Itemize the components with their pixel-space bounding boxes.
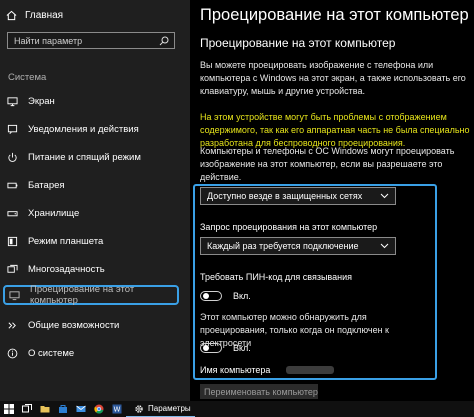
task-view-icon [22, 404, 32, 413]
gear-icon [135, 404, 143, 413]
sidebar-item-projecting[interactable]: Проецирование на этот компьютер [3, 284, 179, 306]
home-label: Главная [25, 10, 64, 21]
section-title-system: Система [8, 72, 47, 83]
taskbar-settings-app[interactable]: Параметры [126, 401, 195, 417]
word-icon: W [112, 404, 122, 414]
multitasking-icon [7, 264, 18, 273]
sidebar-item-label: Питание и спящий режим [28, 151, 141, 163]
sidebar-item-tablet-mode[interactable]: Режим планшета [6, 231, 176, 251]
svg-text:W: W [114, 406, 121, 414]
sidebar-item-label: Многозадачность [28, 263, 105, 275]
start-button[interactable] [0, 401, 18, 417]
page-title: Проецирование на этот компьютер [200, 6, 469, 24]
info-icon [7, 348, 18, 358]
shared-experiences-icon [8, 321, 16, 329]
home-icon [6, 10, 17, 21]
sidebar-item-label: Батарея [28, 179, 65, 191]
task-view-button[interactable] [18, 401, 36, 417]
monitor-icon [7, 96, 18, 106]
intro-text: Вы можете проецировать изображение с тел… [200, 60, 466, 96]
sidebar-item-battery[interactable]: Батарея [6, 175, 176, 195]
rename-pc-button[interactable]: Переименовать компьютер [200, 384, 318, 399]
taskbar: W Параметры [0, 401, 474, 417]
taskbar-chrome[interactable] [90, 401, 108, 417]
sidebar-item-display[interactable]: Экран [6, 91, 176, 111]
sidebar-item-label: Общие возможности [28, 319, 120, 331]
home-link[interactable]: Главная [6, 10, 63, 21]
sidebar-item-storage[interactable]: Хранилище [6, 203, 176, 223]
sidebar-item-notifications[interactable]: Уведомления и действия [6, 119, 176, 139]
chrome-icon [94, 404, 104, 414]
taskbar-word[interactable]: W [108, 401, 126, 417]
sidebar-item-multitasking[interactable]: Многозадачность [6, 259, 176, 279]
settings-sidebar: Главная Система Экран Уведомления и дейс… [0, 0, 190, 401]
windows-logo-icon [4, 404, 14, 414]
sidebar-item-power[interactable]: Питание и спящий режим [6, 147, 176, 167]
folder-icon [40, 406, 50, 413]
projecting-icon [9, 290, 20, 300]
sidebar-item-label: Уведомления и действия [28, 123, 139, 135]
taskbar-file-explorer[interactable] [36, 401, 54, 417]
battery-icon [7, 182, 18, 188]
search-input[interactable] [14, 35, 144, 47]
sidebar-item-label: О системе [28, 347, 75, 359]
mail-icon [76, 405, 86, 412]
sidebar-item-about[interactable]: О системе [6, 343, 176, 363]
section-heading: Проецирование на этот компьютер [200, 36, 396, 50]
taskbar-mail[interactable] [72, 401, 90, 417]
storage-icon [7, 210, 18, 216]
sidebar-item-label: Хранилище [28, 207, 80, 219]
power-icon [8, 152, 17, 162]
search-icon[interactable] [159, 36, 169, 46]
store-icon [59, 405, 67, 413]
taskbar-store[interactable] [54, 401, 72, 417]
sidebar-item-shared-experiences[interactable]: Общие возможности [6, 315, 176, 335]
permission-text: Компьютеры и телефоны с ОС Windows могут… [200, 146, 455, 182]
search-box[interactable] [7, 32, 175, 49]
sidebar-item-label: Режим планшета [28, 235, 104, 247]
sidebar-item-label: Экран [28, 95, 55, 107]
tablet-mode-icon [7, 236, 18, 246]
notifications-icon [7, 124, 18, 134]
sidebar-item-label: Проецирование на этот компьютер [30, 284, 135, 306]
taskbar-settings-label: Параметры [148, 404, 191, 413]
highlight-box [193, 184, 437, 380]
